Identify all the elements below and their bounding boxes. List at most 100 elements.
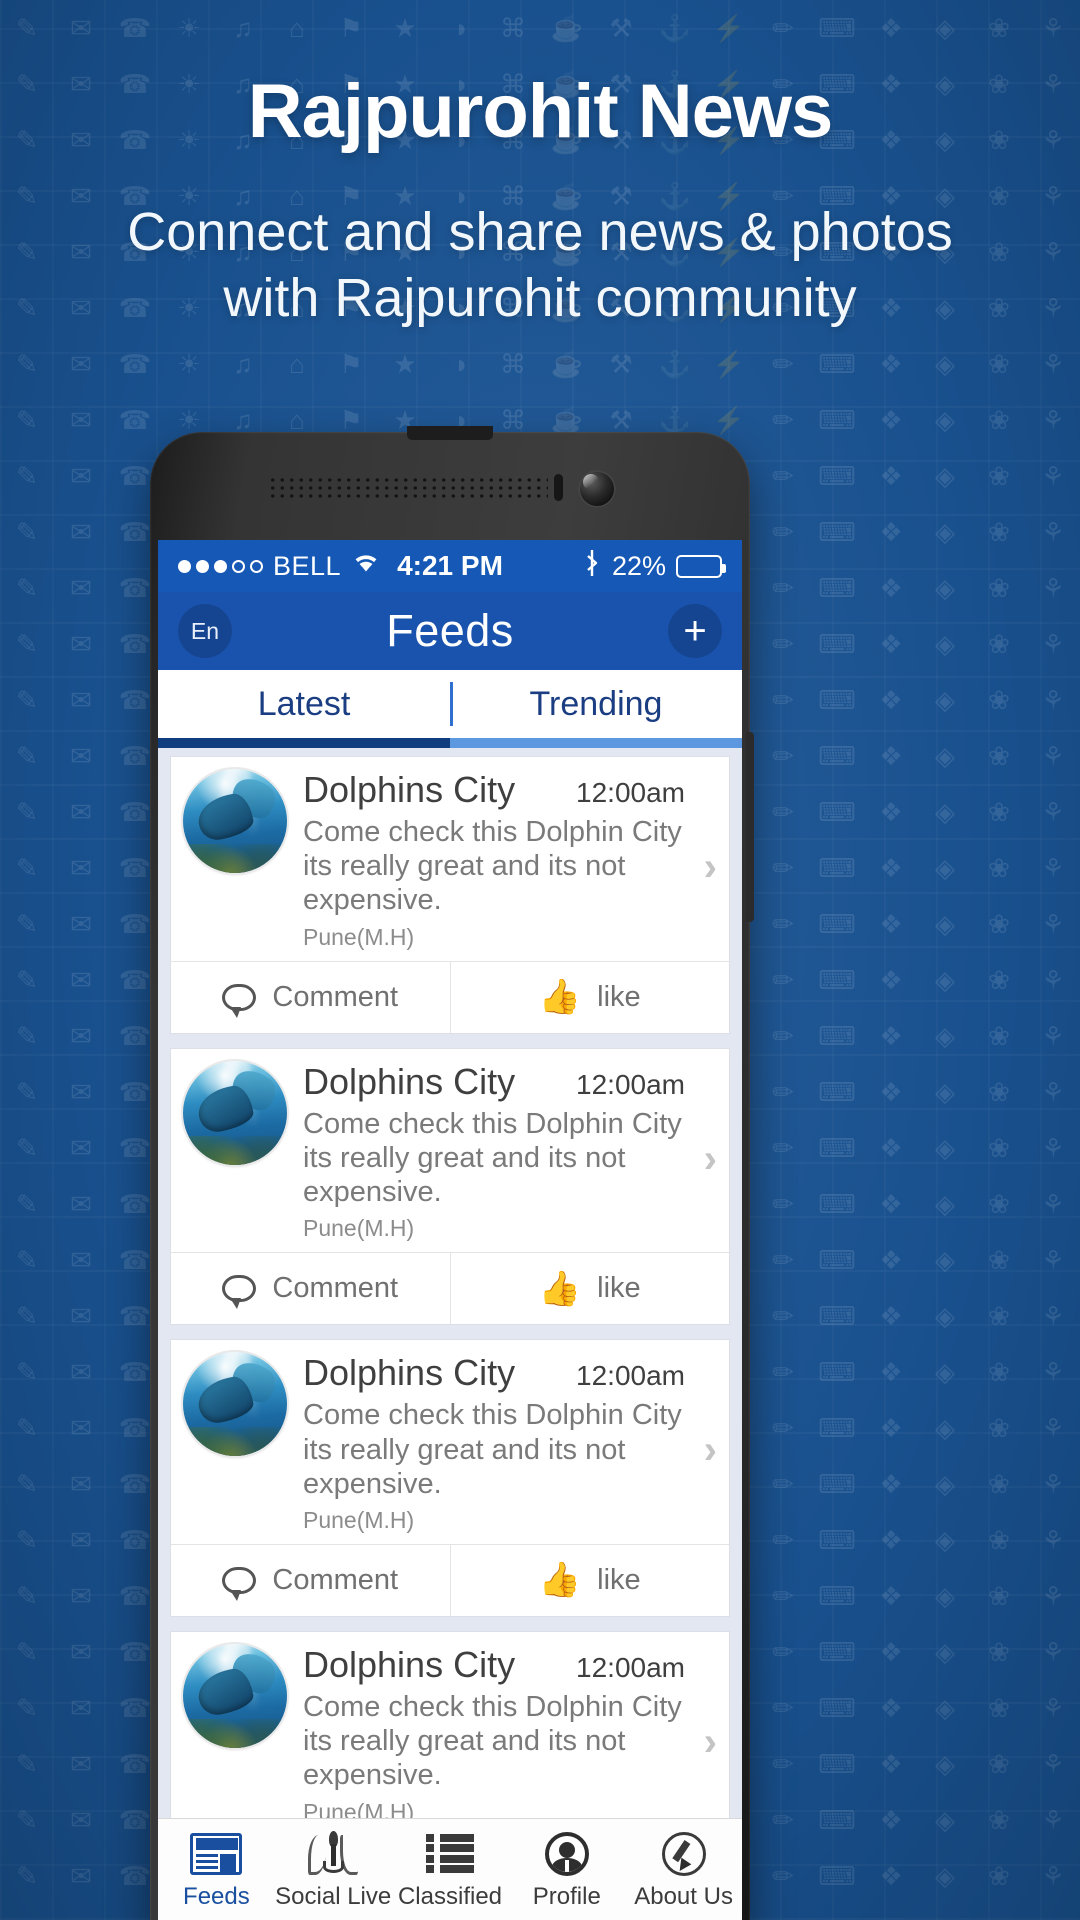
battery-icon bbox=[676, 554, 726, 578]
app-nav-bar: En Feeds + bbox=[158, 592, 742, 670]
chevron-right-icon[interactable]: › bbox=[704, 1139, 717, 1179]
page-title: Feeds bbox=[386, 605, 514, 656]
comment-label: Comment bbox=[272, 1272, 399, 1305]
person-circle-icon bbox=[544, 1831, 589, 1877]
like-button[interactable]: 👍 like bbox=[449, 961, 730, 1033]
feed-card-title: Dolphins City bbox=[303, 1352, 516, 1394]
tab-latest[interactable]: Latest bbox=[158, 685, 450, 724]
thumbs-up-icon: 👍 bbox=[538, 1561, 582, 1600]
bottom-tab-feeds[interactable]: Feeds bbox=[158, 1831, 275, 1911]
bottom-tab-bar: Feeds Social Live Classified Profile About U… bbox=[158, 1818, 742, 1920]
torch-laurel-icon bbox=[308, 1830, 359, 1877]
signal-strength-icon bbox=[178, 559, 263, 573]
feed-card-location: Pune(M.H) bbox=[303, 1215, 415, 1242]
bluetooth-icon bbox=[582, 548, 602, 585]
feed-card-timestamp: 12:00am bbox=[576, 1651, 685, 1683]
promo-text-block: Rajpurohit News Connect and share news &… bbox=[0, 72, 1080, 332]
bottom-tab-about-us[interactable]: About Us bbox=[625, 1831, 742, 1911]
feed-card-text: Dolphins City 12:00am Come check this Do… bbox=[287, 1352, 719, 1534]
feed-card-timestamp: 12:00am bbox=[576, 1068, 685, 1100]
signal-dot bbox=[214, 559, 227, 573]
feed-card-description: Come check this Dolphin City its really … bbox=[303, 1107, 682, 1209]
feed-card-timestamp: 12:00am bbox=[576, 1360, 685, 1392]
feed-card-body[interactable]: Dolphins City 12:00am Come check this Do… bbox=[171, 1340, 729, 1544]
battery-percent-label: 22% bbox=[611, 550, 666, 581]
comment-label: Comment bbox=[272, 980, 399, 1013]
promo-subtitle-line2: with Rajpurohit community bbox=[223, 267, 857, 328]
comment-button[interactable]: Comment bbox=[171, 962, 450, 1033]
feed-card-body[interactable]: Dolphins City 12:00am Come check this Do… bbox=[171, 1632, 729, 1836]
dolphin-photo-avatar bbox=[183, 1643, 287, 1748]
tab-indicator-active bbox=[158, 738, 450, 748]
earpiece-speaker-grille bbox=[268, 476, 548, 500]
chevron-right-icon[interactable]: › bbox=[704, 1722, 717, 1762]
status-bar: BELL 4:21 PM 22% bbox=[158, 540, 742, 592]
bottom-tab-label: Profile bbox=[532, 1882, 601, 1910]
promo-subtitle-line1: Connect and share news & photos bbox=[127, 201, 953, 262]
dolphin-photo-avatar bbox=[183, 769, 287, 873]
like-button[interactable]: 👍 like bbox=[449, 1544, 730, 1616]
comment-bubble-icon bbox=[222, 1566, 257, 1601]
bottom-tab-social-live[interactable]: Social Live bbox=[275, 1830, 392, 1911]
feed-card[interactable]: Dolphins City 12:00am Come check this Do… bbox=[170, 1339, 730, 1617]
feed-card-actions: Comment 👍 like bbox=[171, 960, 730, 1033]
dolphin-photo-avatar bbox=[183, 1352, 287, 1457]
chevron-right-icon[interactable]: › bbox=[704, 847, 717, 887]
comment-button[interactable]: Comment bbox=[171, 1545, 450, 1616]
bottom-tab-label: Social Live bbox=[275, 1882, 392, 1910]
like-label: like bbox=[597, 1272, 641, 1305]
pen-circle-icon bbox=[661, 1831, 706, 1877]
bottom-tab-label: Classified bbox=[397, 1882, 503, 1910]
tab-trending[interactable]: Trending bbox=[450, 685, 742, 724]
front-camera-icon bbox=[578, 470, 616, 508]
add-post-button[interactable]: + bbox=[668, 604, 722, 658]
feed-tab-bar: Latest Trending bbox=[158, 670, 742, 738]
phone-screen: BELL 4:21 PM 22% En Feeds + Latest Trend… bbox=[158, 540, 742, 1920]
phone-top-bezel bbox=[150, 432, 750, 540]
feed-card-body[interactable]: Dolphins City 12:00am Come check this Do… bbox=[171, 757, 729, 961]
comment-label: Comment bbox=[272, 1563, 399, 1596]
thumbs-up-icon: 👍 bbox=[538, 978, 582, 1017]
comment-button[interactable]: Comment bbox=[171, 1253, 450, 1324]
feed-card-text: Dolphins City 12:00am Come check this Do… bbox=[287, 769, 719, 951]
feed-card[interactable]: Dolphins City 12:00am Come check this Do… bbox=[170, 1630, 730, 1844]
feed-card-location: Pune(M.H) bbox=[303, 923, 415, 950]
feed-card[interactable]: Dolphins City 12:00am Come check this Do… bbox=[170, 756, 730, 1034]
thumbs-up-icon: 👍 bbox=[538, 1269, 582, 1308]
signal-dot bbox=[232, 559, 245, 573]
promo-title: Rajpurohit News bbox=[247, 69, 834, 154]
feed-card[interactable]: Dolphins City 12:00am Come check this Do… bbox=[170, 1047, 730, 1326]
feed-card-text: Dolphins City 12:00am Come check this Do… bbox=[287, 1061, 719, 1243]
bottom-tab-label: About Us bbox=[634, 1882, 733, 1910]
chevron-right-icon[interactable]: › bbox=[704, 1430, 717, 1470]
tab-indicator bbox=[158, 738, 742, 748]
feed-card-title: Dolphins City bbox=[303, 1060, 516, 1102]
like-button[interactable]: 👍 like bbox=[449, 1253, 730, 1325]
tab-divider bbox=[450, 682, 453, 726]
feed-card-description: Come check this Dolphin City its really … bbox=[303, 1399, 682, 1500]
carrier-label: BELL bbox=[273, 550, 342, 581]
phone-mockup: BELL 4:21 PM 22% En Feeds + Latest Trend… bbox=[150, 426, 754, 1920]
dolphin-photo-avatar bbox=[183, 1060, 287, 1165]
feed-card-body[interactable]: Dolphins City 12:00am Come check this Do… bbox=[171, 1049, 729, 1253]
status-bar-left: BELL bbox=[178, 551, 381, 582]
signal-dot bbox=[196, 559, 209, 573]
like-label: like bbox=[597, 1563, 641, 1596]
signal-dot bbox=[250, 559, 263, 573]
phone-side-button[interactable] bbox=[746, 732, 754, 922]
signal-dot bbox=[178, 559, 191, 573]
bottom-tab-label: Feeds bbox=[183, 1882, 250, 1910]
bottom-tab-profile[interactable]: Profile bbox=[508, 1831, 625, 1911]
comment-bubble-icon bbox=[222, 1275, 257, 1310]
feed-card-text: Dolphins City 12:00am Come check this Do… bbox=[287, 1644, 719, 1826]
feed-card-timestamp: 12:00am bbox=[576, 777, 685, 808]
feed-card-title: Dolphins City bbox=[303, 1643, 516, 1685]
comment-bubble-icon bbox=[222, 983, 257, 1018]
bottom-tab-classified[interactable]: Classified bbox=[392, 1831, 509, 1911]
feed-card-location: Pune(M.H) bbox=[303, 1506, 415, 1533]
feed-card-description: Come check this Dolphin City its really … bbox=[303, 816, 682, 917]
feed-card-actions: Comment 👍 like bbox=[171, 1252, 730, 1325]
like-label: like bbox=[597, 980, 641, 1013]
proximity-sensor-icon bbox=[554, 474, 563, 501]
feed-list[interactable]: Dolphins City 12:00am Come check this Do… bbox=[158, 748, 742, 1844]
